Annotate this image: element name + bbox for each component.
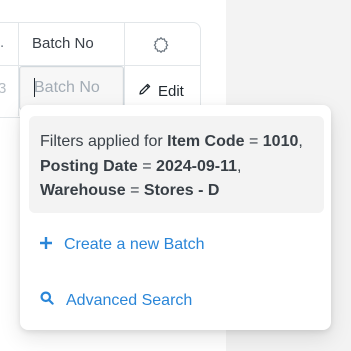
filter-operator: = bbox=[142, 157, 152, 175]
filter-field: Posting Date bbox=[40, 157, 138, 175]
filter-value: 1010 bbox=[262, 133, 299, 150]
batch-no-column-header: Batch No bbox=[32, 35, 94, 52]
filter-operator: = bbox=[130, 182, 140, 199]
create-new-batch-option[interactable]: Create a new Batch bbox=[39, 236, 205, 254]
batch-awesomplete-dropdown: Filters applied for Item Code = 1010, Po… bbox=[20, 105, 331, 330]
advanced-search-label: Advanced Search bbox=[66, 291, 193, 309]
filter-field: Item Code bbox=[167, 133, 245, 150]
filter-value: 2024-09-11 bbox=[156, 157, 238, 175]
filter-operator: = bbox=[248, 133, 259, 150]
filter-separator: , bbox=[237, 157, 242, 175]
previous-column-header: . bbox=[0, 34, 5, 51]
filter-separator: , bbox=[298, 133, 303, 150]
advanced-search-option[interactable]: Advanced Search bbox=[40, 291, 192, 310]
filter-field: Warehouse bbox=[40, 182, 126, 199]
search-icon bbox=[40, 291, 54, 310]
filter-value: Stores - D bbox=[143, 182, 220, 199]
pencil-icon bbox=[138, 82, 152, 100]
column-divider bbox=[124, 22, 125, 116]
edit-label: Edit bbox=[158, 82, 184, 100]
edit-button[interactable]: Edit bbox=[138, 82, 184, 100]
filters-prefix: Filters applied for bbox=[40, 133, 163, 150]
create-new-batch-label: Create a new Batch bbox=[64, 236, 205, 253]
previous-cell-value: 3 bbox=[0, 80, 7, 97]
filters-applied-note: Filters applied for Item Code = 1010, Po… bbox=[29, 116, 324, 213]
text-cursor bbox=[34, 78, 35, 97]
gear-icon[interactable] bbox=[152, 36, 170, 54]
plus-icon bbox=[39, 236, 53, 254]
